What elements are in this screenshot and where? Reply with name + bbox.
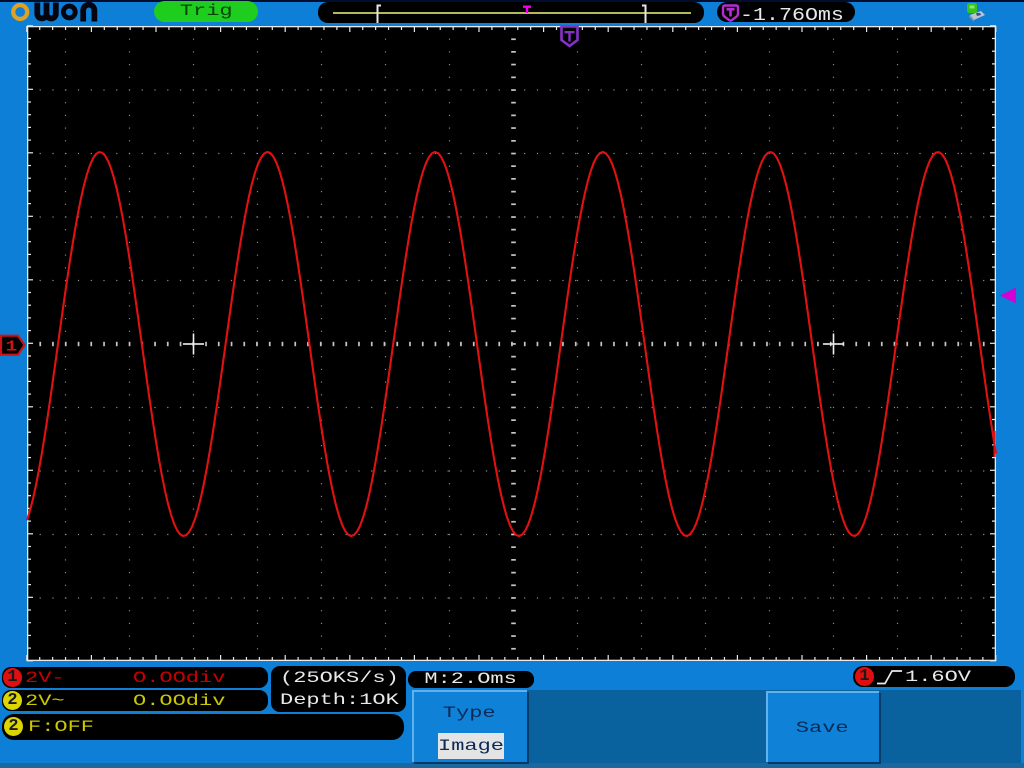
svg-text:1: 1: [6, 339, 18, 355]
